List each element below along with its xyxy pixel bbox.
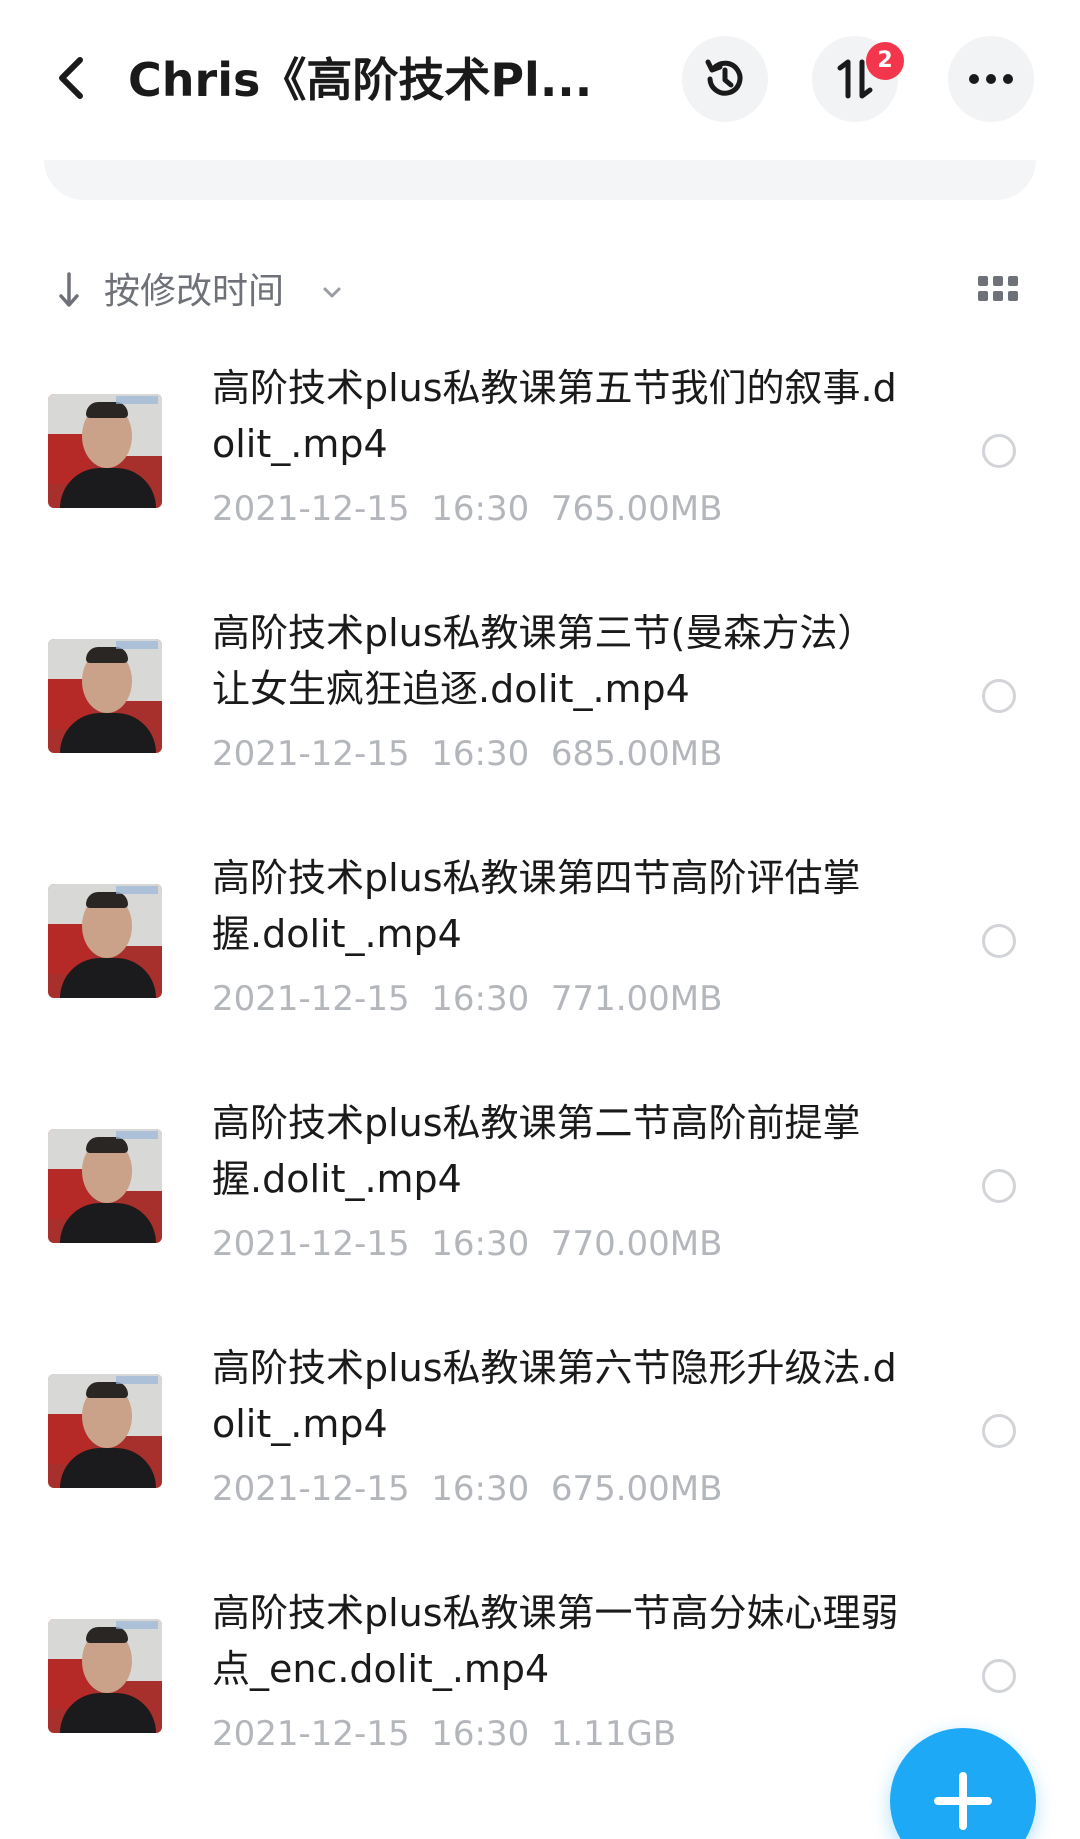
list-item[interactable]: 高阶技术plus私教课第四节高阶评估掌握.dolit_.mp4 2021-12-…: [0, 850, 1080, 1095]
video-thumbnail: [48, 639, 162, 753]
file-time: 16:30: [431, 1714, 530, 1754]
select-checkbox[interactable]: [982, 1659, 1016, 1693]
file-meta: 2021-12-15 16:30 1.11GB: [212, 1709, 676, 1759]
select-checkbox[interactable]: [982, 924, 1016, 958]
file-size: 765.00MB: [550, 489, 723, 529]
file-time: 16:30: [431, 979, 530, 1019]
more-button[interactable]: [948, 36, 1034, 122]
file-name: 高阶技术plus私教课第四节高阶评估掌握.dolit_.mp4: [212, 856, 861, 956]
video-thumbnail: [48, 1619, 162, 1733]
list-item[interactable]: 高阶技术plus私教课第二节高阶前提掌握.dolit_.mp4 2021-12-…: [0, 1095, 1080, 1340]
file-time: 16:30: [431, 1224, 530, 1264]
file-time: 16:30: [431, 1469, 530, 1509]
file-date: 2021-12-15: [212, 1469, 410, 1509]
select-checkbox[interactable]: [982, 434, 1016, 468]
file-meta: 2021-12-15 16:30 771.00MB: [212, 974, 722, 1024]
file-browser-screen: Chris《高阶技术Pl... 2 按修改时间 高阶技术plus私教课第五节我们…: [0, 0, 1080, 1839]
sort-option-label[interactable]: 按修改时间: [104, 262, 284, 322]
list-item[interactable]: 高阶技术plus私教课第五节我们的叙事.dolit_.mp4 2021-12-1…: [0, 360, 1080, 605]
grid-view-icon[interactable]: [978, 276, 1018, 306]
file-date: 2021-12-15: [212, 979, 410, 1019]
file-size: 675.00MB: [550, 1469, 723, 1509]
select-checkbox[interactable]: [982, 1169, 1016, 1203]
file-list: 高阶技术plus私教课第五节我们的叙事.dolit_.mp4 2021-12-1…: [0, 360, 1080, 1830]
file-meta: 2021-12-15 16:30 765.00MB: [212, 484, 722, 534]
list-item[interactable]: 高阶技术plus私教课第六节隐形升级法.dolit_.mp4 2021-12-1…: [0, 1340, 1080, 1585]
file-date: 2021-12-15: [212, 489, 410, 529]
video-thumbnail: [48, 1129, 162, 1243]
history-clock-icon: [705, 59, 743, 96]
back-button[interactable]: [40, 48, 100, 108]
file-name: 高阶技术plus私教课第五节我们的叙事.dolit_.mp4: [212, 366, 897, 466]
sort-bar: 按修改时间: [0, 262, 1080, 322]
file-meta: 2021-12-15 16:30 685.00MB: [212, 729, 722, 779]
file-time: 16:30: [431, 489, 530, 529]
file-name: 高阶技术plus私教课第一节高分妹心理弱点_enc.dolit_.mp4: [212, 1591, 899, 1691]
file-date: 2021-12-15: [212, 1224, 410, 1264]
select-checkbox[interactable]: [982, 1414, 1016, 1448]
file-size: 1.11GB: [550, 1714, 677, 1754]
sort-down-arrow-icon[interactable]: [56, 270, 82, 310]
video-thumbnail: [48, 1374, 162, 1488]
video-thumbnail: [48, 884, 162, 998]
transfer-count-badge: 2: [866, 42, 904, 80]
list-item[interactable]: 高阶技术plus私教课第三节(曼森方法）让女生疯狂追逐.dolit_.mp4 2…: [0, 605, 1080, 850]
select-checkbox[interactable]: [982, 679, 1016, 713]
file-size: 771.00MB: [550, 979, 723, 1019]
more-dots-icon: [969, 74, 1013, 84]
chevron-left-icon: [59, 57, 83, 99]
history-button[interactable]: [682, 36, 768, 122]
page-title: Chris《高阶技术Pl...: [128, 53, 593, 107]
file-time: 16:30: [431, 734, 530, 774]
file-meta: 2021-12-15 16:30 675.00MB: [212, 1464, 722, 1514]
file-size: 770.00MB: [550, 1224, 723, 1264]
file-meta: 2021-12-15 16:30 770.00MB: [212, 1219, 722, 1269]
top-bar: Chris《高阶技术Pl... 2: [0, 0, 1080, 160]
file-name: 高阶技术plus私教课第二节高阶前提掌握.dolit_.mp4: [212, 1101, 861, 1201]
file-name: 高阶技术plus私教课第六节隐形升级法.dolit_.mp4: [212, 1346, 897, 1446]
file-size: 685.00MB: [550, 734, 723, 774]
file-date: 2021-12-15: [212, 1714, 410, 1754]
file-date: 2021-12-15: [212, 734, 410, 774]
chevron-down-icon[interactable]: [320, 280, 344, 304]
file-name: 高阶技术plus私教课第三节(曼森方法）让女生疯狂追逐.dolit_.mp4: [212, 611, 876, 711]
video-thumbnail: [48, 394, 162, 508]
